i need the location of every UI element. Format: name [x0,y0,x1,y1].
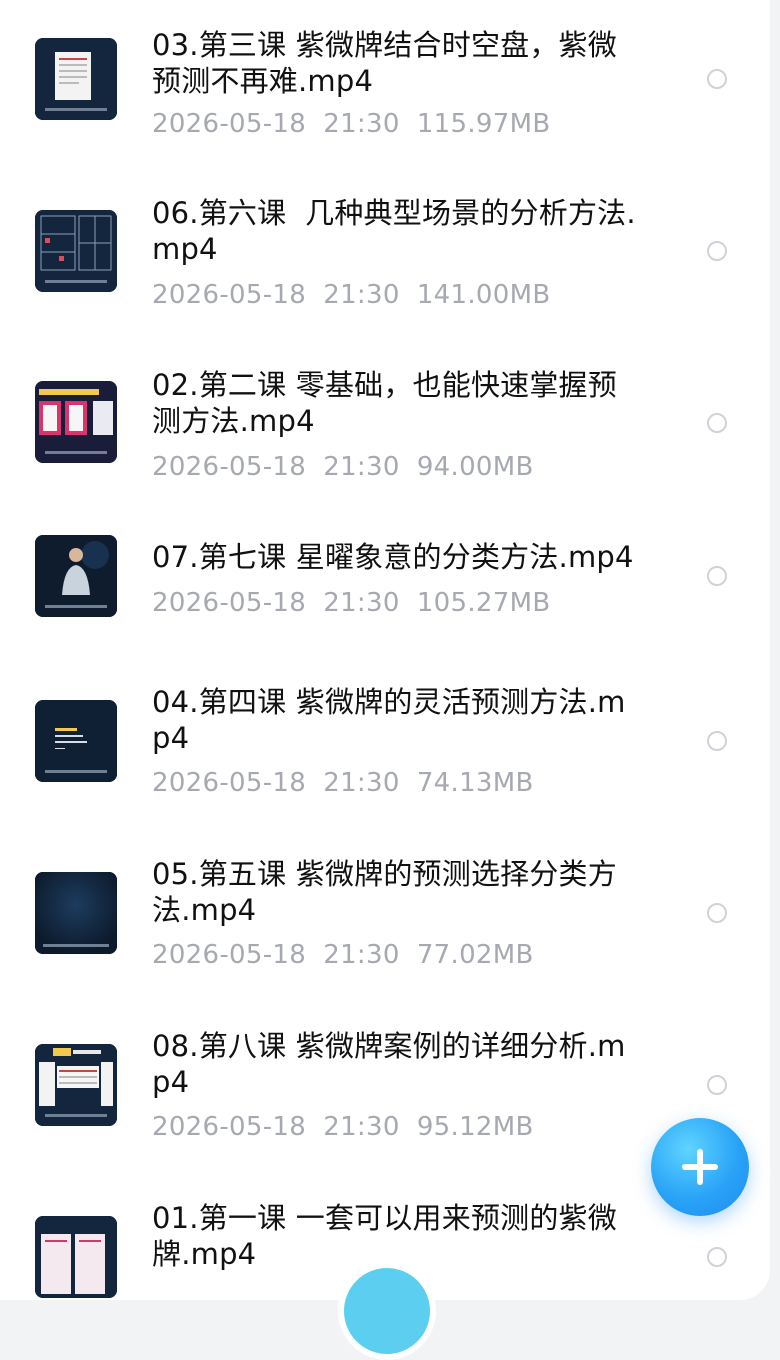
file-meta: 2026-05-18 21:30 74.13MB [152,768,534,798]
file-title: 03.第三课 紫微牌结合时空盘，紫微预测不再难.mp4 [152,28,617,98]
video-thumbnail-chart-icon [35,38,117,120]
file-size: 77.02MB [416,940,534,970]
select-radio[interactable] [707,731,727,751]
file-time: 21:30 [323,280,400,310]
file-date: 2026-05-18 [152,1112,307,1142]
file-size: 94.00MB [416,452,534,482]
file-size: 141.00MB [416,280,551,310]
video-thumbnail-dark-icon [35,872,117,954]
select-radio[interactable] [707,903,727,923]
file-title: 07.第七课 星曜象意的分类方法.mp4 [152,540,634,574]
file-time: 21:30 [323,588,400,618]
file-time: 21:30 [323,109,400,139]
file-title: 04.第四课 紫微牌的灵活预测方法.mp4 [152,685,626,755]
video-thumbnail-text-icon [35,700,117,782]
add-button[interactable] [651,1118,749,1216]
select-radio[interactable] [707,241,727,261]
select-radio[interactable] [707,69,727,89]
file-row[interactable]: 05.第五课 紫微牌的预测选择分类方法.mp4 2026-05-18 21:30… [0,840,770,990]
file-row[interactable]: 02.第二课 零基础，也能快速掌握预测方法.mp4 2026-05-18 21:… [0,348,770,498]
plus-icon [682,1149,718,1185]
file-row[interactable]: 04.第四课 紫微牌的灵活预测方法.mp4 2026-05-18 21:30 7… [0,668,770,818]
file-title: 06.第六课 几种典型场景的分析方法.mp4 [152,196,636,266]
file-time: 21:30 [323,768,400,798]
file-meta: 2026-05-18 21:30 77.02MB [152,940,534,970]
file-row[interactable]: 07.第七课 星曜象意的分类方法.mp4 2026-05-18 21:30 10… [0,520,770,670]
file-time: 21:30 [323,940,400,970]
file-title: 08.第八课 紫微牌案例的详细分析.mp4 [152,1029,626,1099]
file-date: 2026-05-18 [152,109,307,139]
file-size: 105.27MB [416,588,551,618]
video-thumbnail-slides-icon [35,381,117,463]
file-time: 21:30 [323,1112,400,1142]
select-radio[interactable] [707,413,727,433]
file-row[interactable]: 08.第八课 紫微牌案例的详细分析.mp4 2026-05-18 21:30 9… [0,1012,770,1162]
file-meta: 2026-05-18 21:30 95.12MB [152,1112,534,1142]
file-meta: 2026-05-18 21:30 105.27MB [152,588,550,618]
video-thumbnail-cards-icon [35,1216,117,1298]
file-row[interactable]: 03.第三课 紫微牌结合时空盘，紫微预测不再难.mp4 2026-05-18 2… [0,4,770,154]
file-size: 95.12MB [416,1112,534,1142]
video-thumbnail-presenter-icon [35,535,117,617]
file-time: 21:30 [323,452,400,482]
file-title: 05.第五课 紫微牌的预测选择分类方法.mp4 [152,857,617,927]
bottom-action-button[interactable] [338,1262,436,1360]
select-radio[interactable] [707,566,727,586]
file-meta: 2026-05-18 21:30 94.00MB [152,452,534,482]
video-thumbnail-grid-icon [35,210,117,292]
file-size: 115.97MB [416,109,551,139]
file-row[interactable]: 06.第六课 几种典型场景的分析方法.mp4 2026-05-18 21:30 … [0,176,770,326]
file-date: 2026-05-18 [152,940,307,970]
file-meta: 2026-05-18 21:30 115.97MB [152,109,550,139]
file-title: 02.第二课 零基础，也能快速掌握预测方法.mp4 [152,368,617,438]
file-size: 74.13MB [416,768,534,798]
select-radio[interactable] [707,1247,727,1267]
file-date: 2026-05-18 [152,452,307,482]
select-radio[interactable] [707,1075,727,1095]
file-date: 2026-05-18 [152,768,307,798]
file-meta: 2026-05-18 21:30 141.00MB [152,280,550,310]
file-title: 01.第一课 一套可以用来预测的紫微牌.mp4 [152,1201,617,1271]
video-thumbnail-table-icon [35,1044,117,1126]
file-date: 2026-05-18 [152,588,307,618]
file-date: 2026-05-18 [152,280,307,310]
